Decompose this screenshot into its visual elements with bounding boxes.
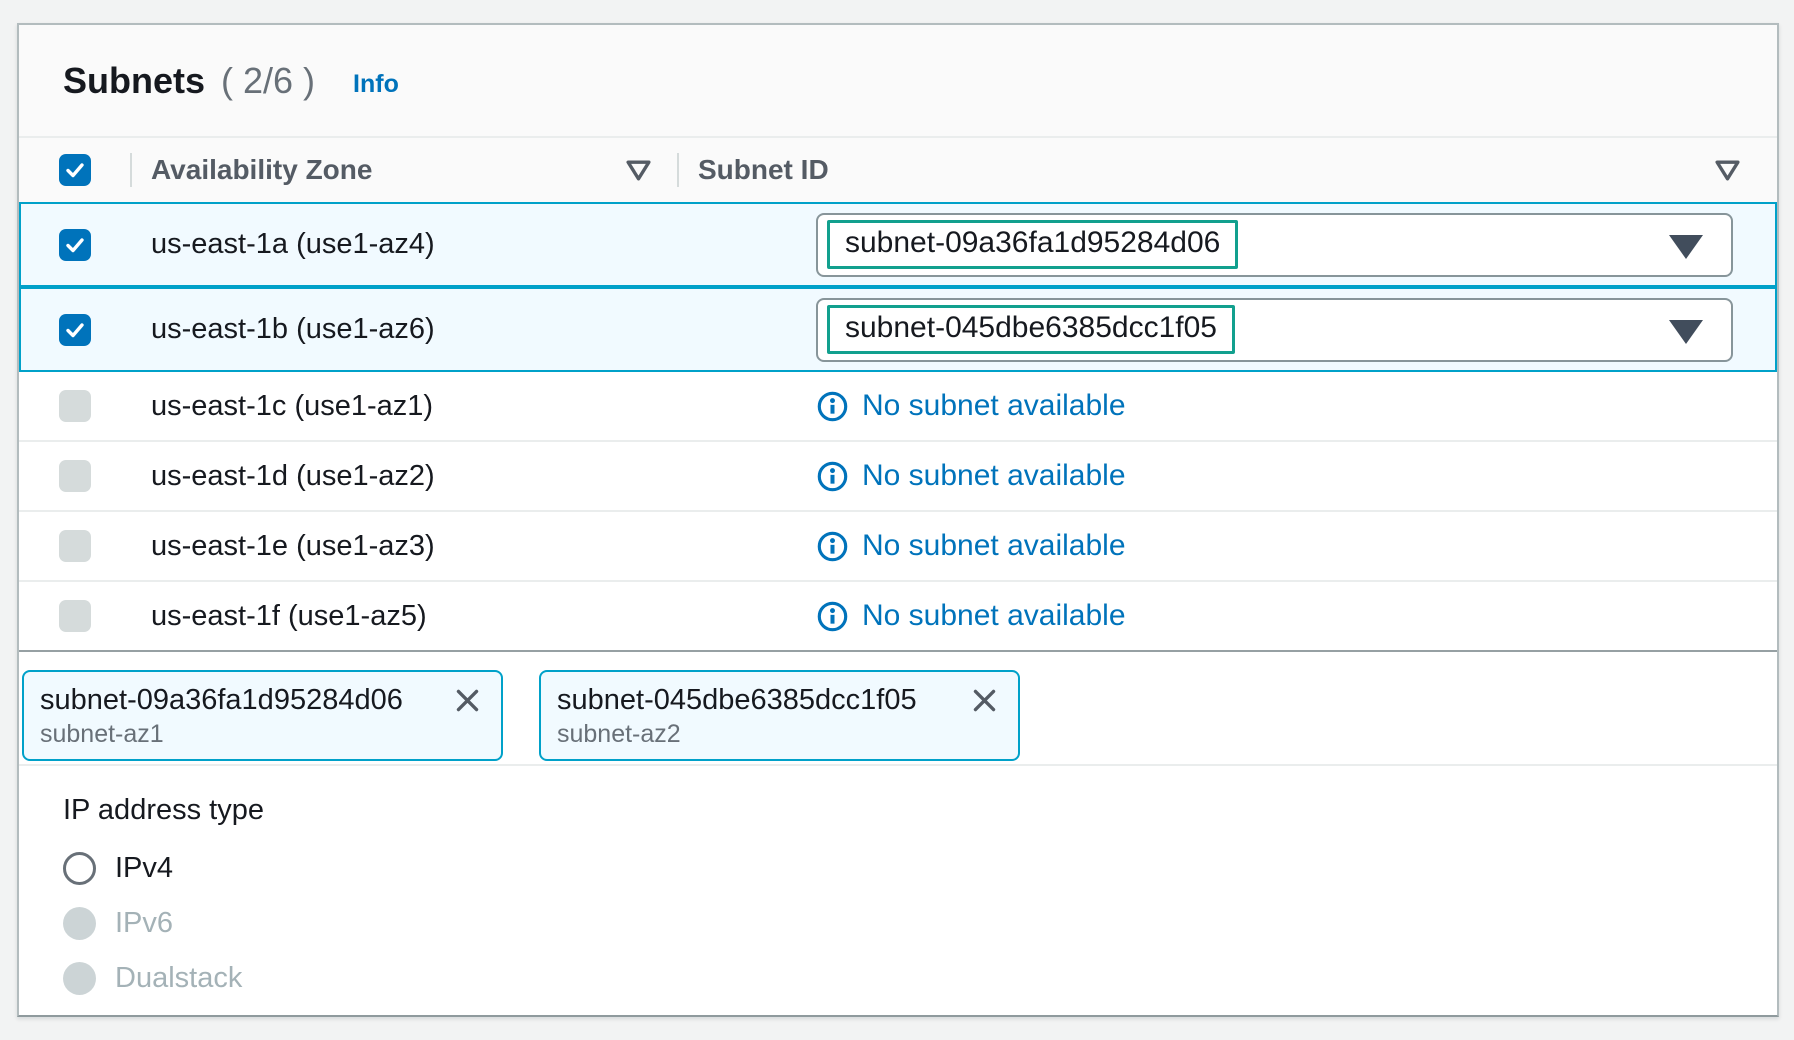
availability-zone-label: us-east-1b (use1-az6) xyxy=(151,313,435,346)
table-row: us-east-1f (use1-az5) No subnet availabl… xyxy=(19,582,1777,652)
radio-button-disabled xyxy=(63,907,96,940)
table-row: us-east-1d (use1-az2) No subnet availabl… xyxy=(19,442,1777,512)
select-all-cell xyxy=(19,138,131,202)
sort-subnet-id-button[interactable] xyxy=(1714,159,1741,182)
status-text: No subnet available xyxy=(862,599,1126,633)
token-subnet-name: subnet-az1 xyxy=(40,720,483,749)
selected-subnet-tokens: subnet-09a36fa1d95284d06 subnet-az1 subn… xyxy=(22,670,1777,761)
token-subnet-name: subnet-az2 xyxy=(557,720,1000,749)
availability-zone-label: us-east-1e (use1-az3) xyxy=(151,530,435,563)
token-subnet-id: subnet-09a36fa1d95284d06 xyxy=(40,684,403,717)
radio-label: IPv4 xyxy=(115,852,173,885)
close-icon xyxy=(452,685,483,716)
caret-down-icon xyxy=(1669,320,1703,344)
availability-zone-label: us-east-1c (use1-az1) xyxy=(151,390,433,423)
remove-token-button[interactable] xyxy=(452,685,483,716)
subnet-id-value: subnet-045dbe6385dcc1f05 xyxy=(827,305,1235,354)
no-subnet-status: No subnet available xyxy=(816,459,1126,493)
subnets-panel: Subnets ( 2/6 ) Info Availability Zone S… xyxy=(17,23,1779,1017)
subnet-token: subnet-09a36fa1d95284d06 subnet-az1 xyxy=(22,670,503,761)
subnet-id-select[interactable]: subnet-09a36fa1d95284d06 xyxy=(816,213,1733,277)
availability-zone-label: us-east-1d (use1-az2) xyxy=(151,460,435,493)
sort-descending-icon xyxy=(1714,159,1741,182)
table-row: us-east-1e (use1-az3) No subnet availabl… xyxy=(19,512,1777,582)
select-all-checkbox[interactable] xyxy=(59,154,91,186)
column-header-subnet-id: Subnet ID xyxy=(678,138,1777,202)
column-label: Subnet ID xyxy=(698,154,829,186)
table-row: us-east-1a (use1-az4) subnet-09a36fa1d95… xyxy=(19,202,1777,287)
subnet-id-select[interactable]: subnet-045dbe6385dcc1f05 xyxy=(816,298,1733,362)
info-icon xyxy=(816,390,849,423)
subnet-token: subnet-045dbe6385dcc1f05 subnet-az2 xyxy=(539,670,1020,761)
sort-descending-icon xyxy=(625,159,652,182)
subnet-id-value: subnet-09a36fa1d95284d06 xyxy=(827,220,1238,269)
radio-label: IPv6 xyxy=(115,907,173,940)
panel-header: Subnets ( 2/6 ) Info xyxy=(19,25,1777,138)
remove-token-button[interactable] xyxy=(969,685,1000,716)
info-icon xyxy=(816,460,849,493)
table-row: us-east-1b (use1-az6) subnet-045dbe6385d… xyxy=(19,287,1777,372)
row-checkbox-disabled xyxy=(59,600,91,632)
radio-option-dualstack: Dualstack xyxy=(63,961,1777,995)
no-subnet-status: No subnet available xyxy=(816,389,1126,423)
sort-availability-zone-button[interactable] xyxy=(625,159,652,182)
caret-down-icon xyxy=(1669,235,1703,259)
row-checkbox[interactable] xyxy=(59,314,91,346)
check-icon xyxy=(63,158,87,182)
radio-label: Dualstack xyxy=(115,962,242,995)
token-subnet-id: subnet-045dbe6385dcc1f05 xyxy=(557,684,917,717)
radio-option-ipv4: IPv4 xyxy=(63,851,1777,885)
table-header: Availability Zone Subnet ID xyxy=(19,138,1777,202)
no-subnet-status: No subnet available xyxy=(816,529,1126,563)
availability-zone-label: us-east-1a (use1-az4) xyxy=(151,228,435,261)
close-icon xyxy=(969,685,1000,716)
ip-address-type-section: IP address type IPv4 IPv6 Dualstack xyxy=(19,766,1777,995)
selection-count: ( 2/6 ) xyxy=(221,60,315,102)
info-icon xyxy=(816,600,849,633)
check-icon xyxy=(63,233,87,257)
ip-address-type-label: IP address type xyxy=(63,794,1777,827)
radio-button-disabled xyxy=(63,962,96,995)
column-header-availability-zone: Availability Zone xyxy=(131,138,678,202)
radio-button[interactable] xyxy=(63,852,96,885)
no-subnet-status: No subnet available xyxy=(816,599,1126,633)
table-row: us-east-1c (use1-az1) No subnet availabl… xyxy=(19,372,1777,442)
check-icon xyxy=(63,318,87,342)
info-link[interactable]: Info xyxy=(353,70,399,99)
radio-option-ipv6: IPv6 xyxy=(63,906,1777,940)
row-checkbox-disabled xyxy=(59,530,91,562)
info-icon xyxy=(816,530,849,563)
availability-zone-label: us-east-1f (use1-az5) xyxy=(151,600,427,633)
row-checkbox-disabled xyxy=(59,390,91,422)
column-label: Availability Zone xyxy=(151,154,372,186)
status-text: No subnet available xyxy=(862,459,1126,493)
status-text: No subnet available xyxy=(862,389,1126,423)
row-checkbox[interactable] xyxy=(59,229,91,261)
status-text: No subnet available xyxy=(862,529,1126,563)
row-checkbox-disabled xyxy=(59,460,91,492)
page-title: Subnets xyxy=(63,60,205,102)
